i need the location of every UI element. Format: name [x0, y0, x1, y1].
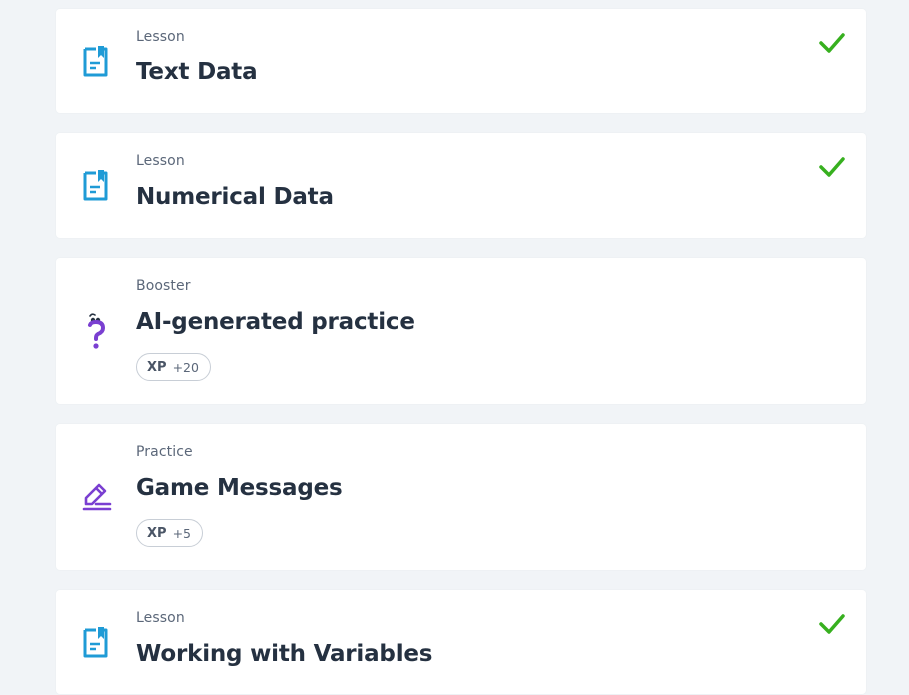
completed-check-icon — [818, 155, 846, 179]
list-item[interactable]: Booster AI-generated practice XP +20 — [56, 258, 866, 404]
item-type-label: Lesson — [136, 29, 185, 45]
completed-check-icon — [818, 31, 846, 55]
xp-label: XP — [147, 359, 167, 375]
list-item[interactable]: Lesson Numerical Data — [56, 133, 866, 238]
completed-check-icon — [818, 612, 846, 636]
question-mark-character-icon — [82, 312, 112, 349]
list-item[interactable]: Practice Game Messages XP +5 — [56, 424, 866, 570]
xp-value: +20 — [172, 359, 199, 375]
item-title: Text Data — [136, 59, 258, 85]
item-type-label: Lesson — [136, 610, 185, 626]
xp-label: XP — [147, 525, 167, 541]
item-title: Game Messages — [136, 475, 343, 501]
document-bookmark-icon — [82, 168, 112, 201]
document-bookmark-icon — [82, 44, 112, 77]
pencil-lines-icon — [82, 480, 112, 512]
item-type-label: Booster — [136, 278, 191, 294]
xp-value: +5 — [172, 525, 191, 541]
list-item[interactable]: Lesson Working with Variables — [56, 590, 866, 694]
item-type-label: Lesson — [136, 153, 185, 169]
xp-badge: XP +5 — [136, 519, 203, 547]
list-item[interactable]: Lesson Text Data — [56, 9, 866, 113]
document-bookmark-icon — [82, 625, 112, 658]
xp-badge: XP +20 — [136, 353, 211, 381]
item-title: Numerical Data — [136, 184, 334, 210]
item-title: Working with Variables — [136, 641, 433, 667]
item-type-label: Practice — [136, 444, 193, 460]
item-title: AI-generated practice — [136, 309, 415, 335]
